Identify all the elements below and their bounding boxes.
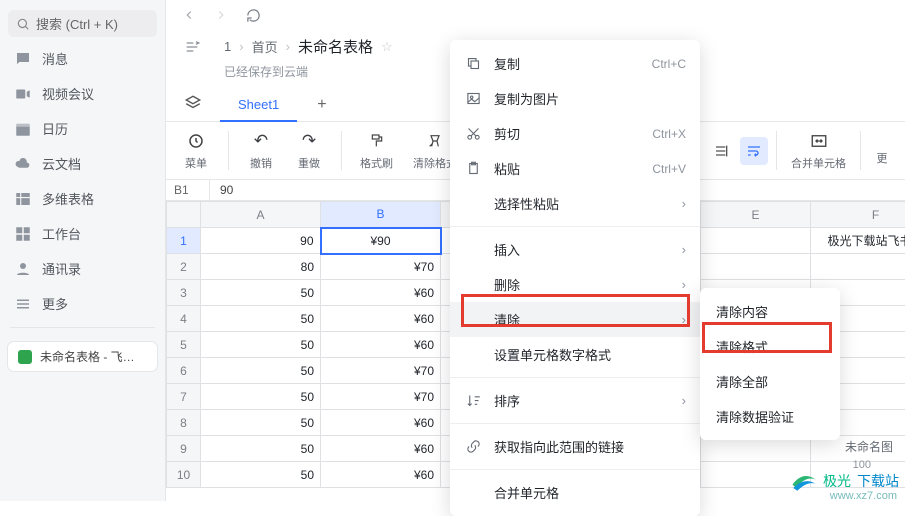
doc-title[interactable]: 未命名表格: [298, 36, 373, 57]
menu-copy[interactable]: 复制Ctrl+C: [450, 46, 700, 81]
crumb-root[interactable]: 1: [224, 39, 231, 54]
redo-button[interactable]: ↷重做: [289, 128, 329, 173]
table-icon: [14, 190, 32, 208]
submenu-clear-all[interactable]: 清除全部: [700, 364, 840, 399]
submenu-clear-format[interactable]: 清除格式: [700, 329, 840, 364]
wrap-clip-button[interactable]: [708, 137, 736, 165]
menu-clear[interactable]: 清除›: [450, 302, 700, 337]
bottom-tab[interactable]: 未命名图: [845, 438, 893, 455]
col-E[interactable]: E: [701, 202, 811, 228]
tab-sheet1[interactable]: Sheet1: [220, 89, 297, 122]
cloud-icon: [14, 155, 32, 173]
chevron-right-icon: ›: [682, 242, 686, 257]
col-A[interactable]: A: [201, 202, 321, 228]
menu-sort[interactable]: 排序›: [450, 383, 700, 418]
collapse-icon[interactable]: [184, 39, 200, 55]
sidebar-item-calendar[interactable]: 日历: [0, 111, 165, 146]
chevron-right-icon: ›: [682, 196, 686, 211]
contacts-icon: [14, 260, 32, 278]
sheets-list-button[interactable]: [176, 88, 210, 121]
menu-cut[interactable]: 剪切Ctrl+X: [450, 116, 700, 151]
menu-paste-special[interactable]: 选择性粘贴›: [450, 186, 700, 221]
menu-merge[interactable]: 合并单元格: [450, 475, 700, 510]
chevron-right-icon: ›: [682, 393, 686, 408]
sheet-file-icon: [18, 350, 32, 364]
star-icon[interactable]: ☆: [381, 39, 393, 55]
cut-icon: [464, 126, 482, 141]
search-placeholder: 搜索 (Ctrl + K): [36, 14, 118, 33]
undo-button[interactable]: ↶撤销: [241, 128, 281, 173]
select-all[interactable]: [167, 202, 201, 228]
format-painter-button[interactable]: 格式刷: [354, 128, 399, 173]
menu-copy-image[interactable]: 复制为图片: [450, 81, 700, 116]
menu-delete[interactable]: 删除›: [450, 267, 700, 302]
calendar-icon: [14, 120, 32, 138]
sidebar-item-more[interactable]: 更多: [0, 286, 165, 321]
image-icon: [464, 91, 482, 106]
chat-icon: [14, 50, 32, 68]
menu-insert[interactable]: 插入›: [450, 232, 700, 267]
refresh-button[interactable]: [244, 6, 262, 24]
wrap-wrap-button[interactable]: [740, 137, 768, 165]
chevron-right-icon: ›: [682, 312, 686, 327]
swoosh-icon: [789, 467, 817, 495]
search-input[interactable]: 搜索 (Ctrl + K): [8, 10, 157, 37]
add-sheet-button[interactable]: +: [307, 90, 336, 120]
menu-number-format[interactable]: 设置单元格数字格式: [450, 337, 700, 372]
search-icon: [16, 17, 30, 31]
chevron-right-icon: ›: [682, 277, 686, 292]
cell-ref[interactable]: B1: [166, 180, 210, 200]
menu-button[interactable]: 菜单: [176, 128, 216, 173]
video-icon: [14, 85, 32, 103]
sidebar-item-bitable[interactable]: 多维表格: [0, 181, 165, 216]
watermark-logo: 极光下载站: [789, 467, 899, 495]
sidebar-item-video[interactable]: 视频会议: [0, 76, 165, 111]
sort-icon: [464, 393, 482, 408]
topbar: [166, 0, 905, 30]
paste-icon: [464, 161, 482, 176]
open-doc-chip[interactable]: 未命名表格 - 飞…: [8, 342, 157, 371]
context-menu: 复制Ctrl+C 复制为图片 剪切Ctrl+X 粘贴Ctrl+V 选择性粘贴› …: [450, 40, 700, 516]
clear-submenu: 清除内容 清除格式 清除全部 清除数据验证: [700, 288, 840, 440]
toolbar-more[interactable]: 更: [869, 135, 895, 166]
menu-get-link[interactable]: 获取指向此范围的链接: [450, 429, 700, 464]
crumb-home[interactable]: 首页: [252, 37, 278, 56]
sidebar-item-docs[interactable]: 云文档: [0, 146, 165, 181]
sidebar-item-contacts[interactable]: 通讯录: [0, 251, 165, 286]
merge-cells-button[interactable]: 合并单元格: [785, 128, 852, 173]
copy-icon: [464, 56, 482, 71]
row-1[interactable]: 1: [167, 228, 201, 254]
back-button[interactable]: [180, 6, 198, 24]
sidebar: 搜索 (Ctrl + K) 消息 视频会议 日历 云文档 多维表格 工作台 通讯…: [0, 0, 166, 501]
more-icon: [14, 295, 32, 313]
submenu-clear-content[interactable]: 清除内容: [700, 294, 840, 329]
forward-button[interactable]: [212, 6, 230, 24]
sidebar-item-workplace[interactable]: 工作台: [0, 216, 165, 251]
apps-icon: [14, 225, 32, 243]
col-B[interactable]: B: [321, 202, 441, 228]
submenu-clear-validation[interactable]: 清除数据验证: [700, 399, 840, 434]
sidebar-item-messages[interactable]: 消息: [0, 41, 165, 76]
col-F[interactable]: F: [811, 202, 905, 228]
active-cell[interactable]: ¥90: [321, 228, 441, 254]
link-icon: [464, 439, 482, 454]
menu-paste[interactable]: 粘贴Ctrl+V: [450, 151, 700, 186]
